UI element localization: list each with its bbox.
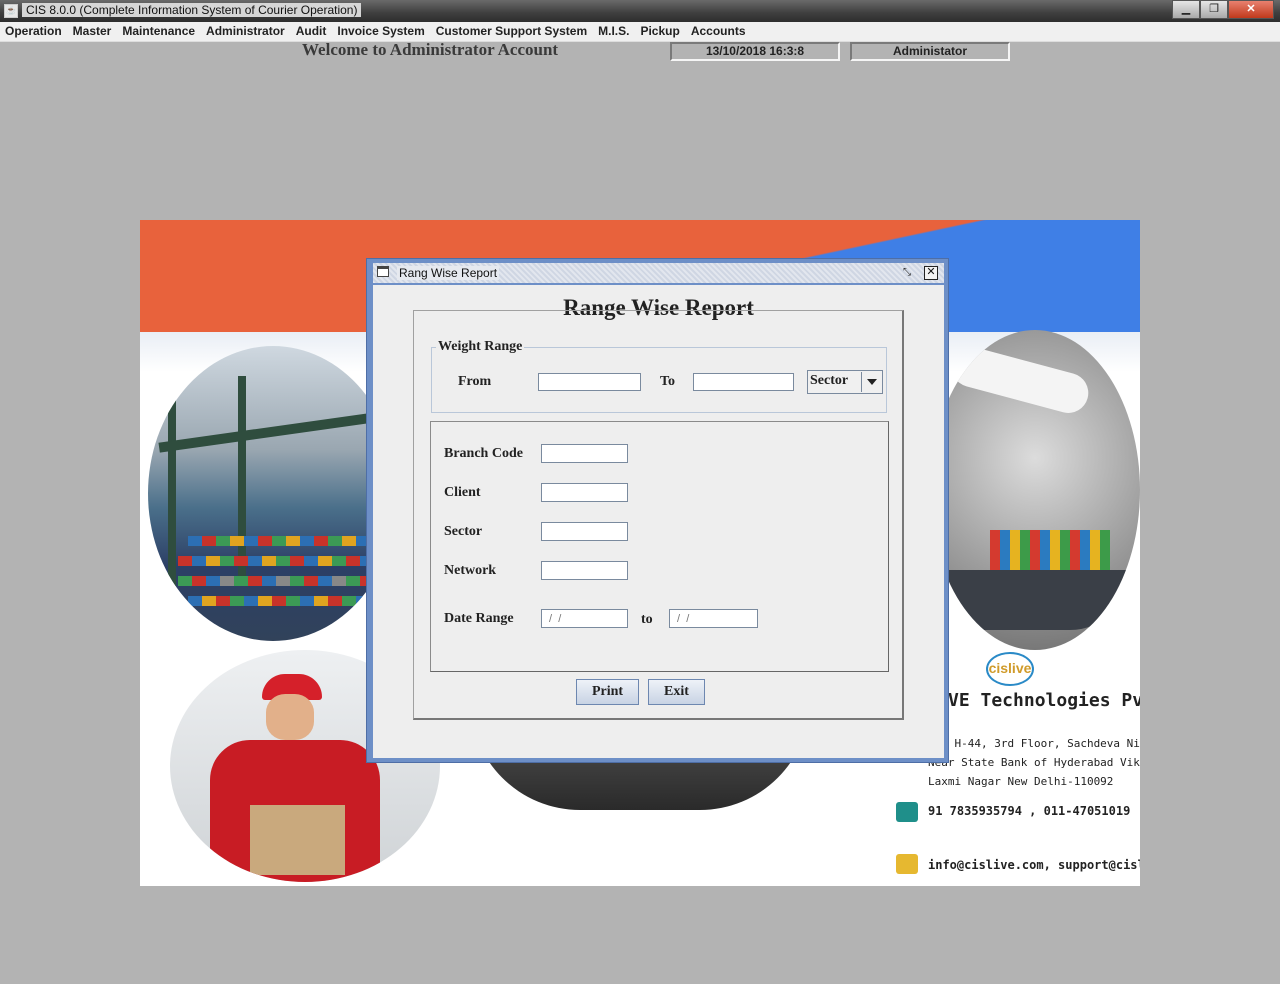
date-to-input[interactable]	[669, 609, 758, 628]
sector-select-value: Sector	[810, 373, 849, 388]
java-app-icon: ☕	[4, 4, 18, 18]
branch-code-label: Branch Code	[444, 446, 523, 461]
dialog-body: Range Wise Report Weight Range From To S…	[373, 285, 944, 758]
company-name: VE Technologies Pvt Ltd	[948, 690, 1140, 711]
menu-invoice-system[interactable]: Invoice System	[332, 22, 430, 41]
company-phone: 91 7835935794 , 011-47051019	[928, 804, 1131, 818]
from-label: From	[458, 374, 492, 389]
company-logo: cislive	[986, 652, 1034, 686]
port-cranes-image	[148, 346, 398, 641]
menu-master[interactable]: Master	[68, 22, 118, 41]
menu-mis[interactable]: M.I.S.	[593, 22, 635, 41]
sector-input[interactable]	[541, 522, 628, 541]
welcome-heading: Welcome to Administrator Account	[302, 40, 559, 59]
window-controls: ▁ ❐ ✕	[1172, 0, 1274, 19]
globe-ship-plane-image	[930, 330, 1140, 650]
network-input[interactable]	[541, 561, 628, 580]
menu-operation[interactable]: Operation	[0, 22, 68, 41]
dialog-close-icon[interactable]: ✕	[924, 266, 938, 280]
weight-from-input[interactable]	[538, 373, 641, 391]
mail-icon	[896, 854, 918, 874]
chevron-down-icon[interactable]	[861, 372, 881, 392]
company-address: IVE H-44, 3rd Floor, Sachdeva Niwas Near…	[928, 737, 1140, 788]
network-label: Network	[444, 563, 497, 578]
exit-button[interactable]: Exit	[648, 679, 705, 705]
sector-select[interactable]: Sector	[807, 370, 883, 394]
to-label: To	[660, 374, 676, 389]
date-range-label: Date Range	[444, 611, 514, 626]
company-email: info@cislive.com, support@cislive.com	[928, 858, 1140, 872]
phone-icon	[896, 802, 918, 822]
window-icon	[377, 266, 389, 277]
client-input[interactable]	[541, 483, 628, 502]
menu-accounts[interactable]: Accounts	[686, 22, 752, 41]
user-display: Administator	[850, 42, 1010, 61]
menu-bar: Operation Master Maintenance Administrat…	[0, 22, 1280, 42]
close-button[interactable]: ✕	[1228, 0, 1274, 19]
client-label: Client	[444, 485, 481, 500]
dialog-title: Rang Wise Report	[397, 266, 500, 280]
weight-to-input[interactable]	[693, 373, 794, 391]
sector-label: Sector	[444, 524, 483, 539]
menu-pickup[interactable]: Pickup	[635, 22, 685, 41]
range-wise-report-dialog: Rang Wise Report ⤡ ✕ Range Wise Report W…	[366, 258, 949, 763]
iconify-icon[interactable]: ⤡	[900, 266, 914, 279]
date-to-label: to	[641, 612, 653, 627]
window-title: CIS 8.0.0 (Complete Information System o…	[22, 3, 362, 17]
datetime-display: 13/10/2018 16:3:8	[670, 42, 840, 61]
menu-administrator[interactable]: Administrator	[201, 22, 291, 41]
date-from-input[interactable]	[541, 609, 628, 628]
menu-audit[interactable]: Audit	[291, 22, 333, 41]
print-button[interactable]: Print	[576, 679, 639, 705]
dialog-titlebar[interactable]: Rang Wise Report ⤡ ✕	[373, 263, 944, 283]
weight-range-legend: Weight Range	[436, 339, 525, 355]
minimize-button[interactable]: ▁	[1172, 0, 1200, 19]
branch-code-input[interactable]	[541, 444, 628, 463]
menu-maintenance[interactable]: Maintenance	[117, 22, 201, 41]
restore-button[interactable]: ❐	[1200, 0, 1228, 19]
menu-customer-support-system[interactable]: Customer Support System	[431, 22, 593, 41]
window-titlebar: ☕ CIS 8.0.0 (Complete Information System…	[0, 0, 1280, 22]
